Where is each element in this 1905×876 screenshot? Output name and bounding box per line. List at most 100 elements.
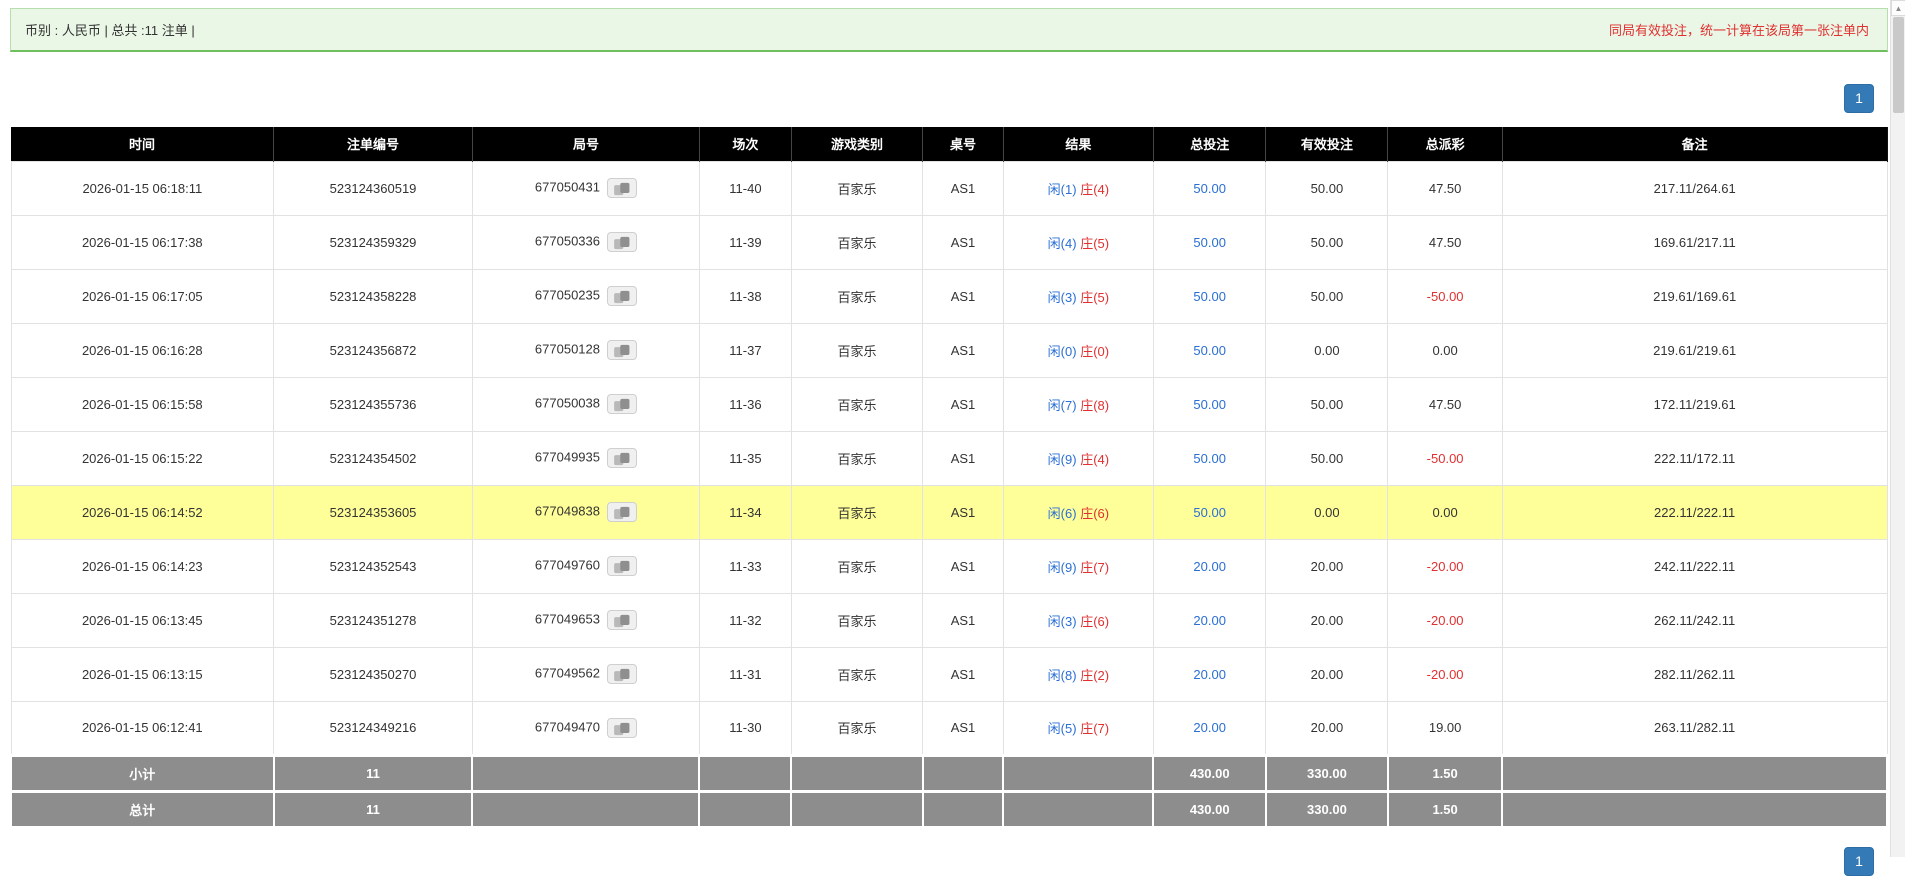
pagination-bottom: 1 <box>10 846 1888 876</box>
cell-valid-bet: 20.00 <box>1265 538 1389 594</box>
cell-total-bet[interactable]: 50.00 <box>1152 160 1267 216</box>
cell-time: 2026-01-15 06:17:05 <box>10 268 275 324</box>
cell-total-bet[interactable]: 20.00 <box>1152 592 1267 648</box>
table-row: 2026-01-15 06:17:38 523124359329 677050336… <box>10 214 1888 270</box>
result-banker: 庄(0) <box>1080 343 1110 359</box>
cell-total-bet[interactable]: 20.00 <box>1152 538 1267 594</box>
cell-total-bet[interactable]: 20.00 <box>1152 700 1267 756</box>
cell-remark: 242.11/222.11 <box>1501 538 1888 594</box>
roadmap-icon-button[interactable] <box>607 502 637 522</box>
table-row: 2026-01-15 06:16:28 523124356872 677050128… <box>10 322 1888 378</box>
grand-total-cell-9: 1.50 <box>1386 789 1504 829</box>
cell-table-no: AS1 <box>922 592 1004 648</box>
grand-total-cell-5 <box>921 789 1005 829</box>
cell-remark: 172.11/219.61 <box>1501 376 1888 432</box>
cell-total-bet[interactable]: 50.00 <box>1152 484 1267 540</box>
subtotal-cell-6 <box>1002 753 1155 793</box>
cell-payout: -50.00 <box>1387 268 1503 324</box>
round-number: 677050128 <box>534 341 600 357</box>
roadmap-cards-icon <box>614 614 630 628</box>
cell-payout: 47.50 <box>1387 376 1503 432</box>
column-header-7: 总投注 <box>1153 127 1267 161</box>
cell-time: 2026-01-15 06:15:22 <box>10 430 275 486</box>
cell-time: 2026-01-15 06:14:23 <box>10 538 275 594</box>
roadmap-icon-button[interactable] <box>607 232 637 252</box>
table-footer: 小计 11 430.00 330.00 1.50 总计 11 430.00 330.00 1.50 <box>10 753 1888 829</box>
cell-total-bet[interactable]: 50.00 <box>1152 430 1267 486</box>
result-player: 闲(0) <box>1047 343 1077 359</box>
result-player: 闲(3) <box>1047 289 1077 305</box>
cell-bet-id: 523124358228 <box>273 268 473 324</box>
cell-total-bet[interactable]: 50.00 <box>1152 214 1267 270</box>
roadmap-cards-icon <box>614 452 630 466</box>
cell-table-no: AS1 <box>922 538 1004 594</box>
cell-total-bet[interactable]: 50.00 <box>1152 268 1267 324</box>
subtotal-cell-5 <box>921 753 1005 793</box>
cell-game-type: 百家乐 <box>790 592 924 648</box>
cell-session: 11-37 <box>698 322 792 378</box>
cell-result: 闲(0) 庄(0) <box>1002 322 1154 378</box>
roadmap-icon-button[interactable] <box>607 610 637 630</box>
column-header-5: 桌号 <box>922 127 1004 161</box>
cell-bet-id: 523124354502 <box>273 430 473 486</box>
cell-table-no: AS1 <box>922 322 1004 378</box>
cell-round: 677049653 <box>471 592 700 648</box>
round-number: 677050235 <box>534 287 600 303</box>
cell-valid-bet: 20.00 <box>1265 646 1389 702</box>
cell-total-bet[interactable]: 20.00 <box>1152 646 1267 702</box>
roadmap-cards-icon <box>614 398 630 412</box>
round-number: 677050038 <box>534 395 600 411</box>
subtotal-cell-0: 小计 <box>10 753 275 793</box>
cell-game-type: 百家乐 <box>790 376 924 432</box>
roadmap-icon-button[interactable] <box>607 556 637 576</box>
cell-remark: 263.11/282.11 <box>1501 700 1888 756</box>
roadmap-icon-button[interactable] <box>607 394 637 414</box>
roadmap-icon-button[interactable] <box>607 448 637 468</box>
cell-bet-id: 523124360519 <box>273 160 473 216</box>
roadmap-icon-button[interactable] <box>607 717 637 738</box>
result-player: 闲(8) <box>1047 667 1077 683</box>
result-banker: 庄(5) <box>1080 235 1110 251</box>
cell-bet-id: 523124356872 <box>273 322 473 378</box>
cell-session: 11-30 <box>698 700 792 756</box>
result-player: 闲(9) <box>1047 559 1077 575</box>
column-header-8: 有效投注 <box>1265 127 1389 161</box>
cell-total-bet[interactable]: 50.00 <box>1152 322 1267 378</box>
result-banker: 庄(4) <box>1080 181 1110 197</box>
roadmap-icon-button[interactable] <box>607 340 637 360</box>
vertical-scrollbar[interactable]: ▲ <box>1890 0 1905 857</box>
cell-result: 闲(5) 庄(7) <box>1002 700 1154 756</box>
cell-table-no: AS1 <box>922 214 1004 270</box>
cell-session: 11-33 <box>698 538 792 594</box>
cell-bet-id: 523124349216 <box>273 700 473 756</box>
scrollbar-thumb[interactable] <box>1893 17 1904 113</box>
round-number: 677049935 <box>534 449 600 465</box>
cell-remark: 262.11/242.11 <box>1501 592 1888 648</box>
roadmap-icon-button[interactable] <box>607 286 637 306</box>
subtotal-cell-2 <box>471 753 701 793</box>
page-button-1-bottom[interactable]: 1 <box>1844 846 1874 876</box>
summary-bar: 币别 : 人民币 | 总共 :11 注单 | 同局有效投注，统一计算在该局第一张… <box>10 8 1888 52</box>
round-number: 677049838 <box>534 503 600 519</box>
cell-total-bet[interactable]: 50.00 <box>1152 376 1267 432</box>
cell-session: 11-39 <box>698 214 792 270</box>
table-row: 2026-01-15 06:14:23 523124352543 677049760… <box>10 538 1888 594</box>
cell-valid-bet: 50.00 <box>1265 376 1389 432</box>
cell-session: 11-34 <box>698 484 792 540</box>
cell-valid-bet: 0.00 <box>1265 322 1389 378</box>
table-header-row: 时间 注单编号 局号 场次 游戏类别 桌号 结果 总投注 有效投注 总派彩 备注 <box>11 127 1888 161</box>
cell-remark: 169.61/217.11 <box>1501 214 1888 270</box>
cell-round: 677050038 <box>471 376 700 432</box>
roadmap-icon-button[interactable] <box>607 664 637 684</box>
result-banker: 庄(8) <box>1080 397 1110 413</box>
roadmap-cards-icon <box>614 668 630 682</box>
result-banker: 庄(6) <box>1080 613 1110 629</box>
bet-records-table: 时间 注单编号 局号 场次 游戏类别 桌号 结果 总投注 有效投注 总派彩 备注 2026-01-1… <box>10 127 1888 829</box>
page-button-1[interactable]: 1 <box>1844 84 1874 113</box>
roadmap-icon-button[interactable] <box>607 178 637 198</box>
cell-game-type: 百家乐 <box>790 484 924 540</box>
cell-result: 闲(9) 庄(4) <box>1002 430 1154 486</box>
cell-valid-bet: 20.00 <box>1265 700 1389 756</box>
column-header-10: 备注 <box>1502 127 1888 161</box>
scroll-up-arrow-icon[interactable]: ▲ <box>1891 0 1905 16</box>
